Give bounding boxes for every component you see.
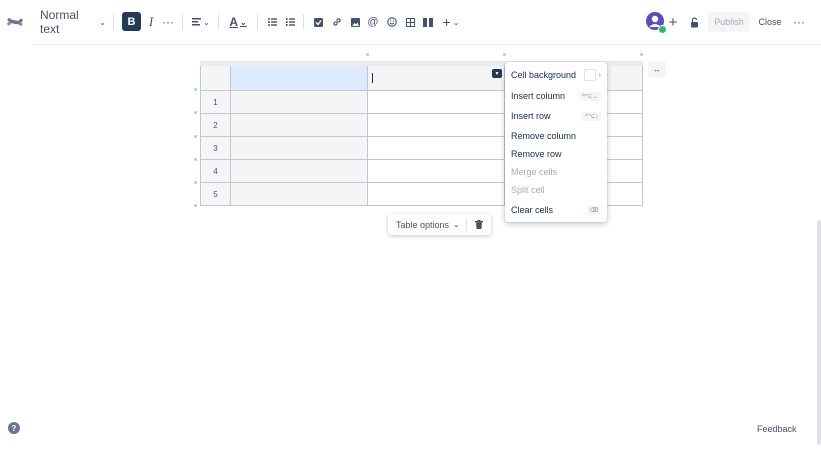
table-cell[interactable] — [230, 182, 368, 206]
row-control[interactable] — [194, 111, 197, 114]
menu-item-label: Insert row — [511, 111, 551, 121]
plus-icon: + — [442, 14, 451, 30]
row-number[interactable]: 4 — [200, 159, 231, 183]
menu-item-split-cell: Split cell — [511, 183, 601, 197]
text-style-label: Normal text — [40, 8, 79, 36]
column-control[interactable] — [640, 53, 643, 56]
text-cursor — [372, 73, 373, 83]
bullet-list-icon[interactable] — [265, 12, 279, 32]
menu-item-label: Remove row — [511, 149, 562, 159]
cell-context-menu: Cell background › Insert column ^⌥→ Inse… — [505, 62, 607, 222]
table-cell[interactable] — [367, 159, 505, 183]
shortcut-hint: ^⌥→ — [579, 91, 601, 101]
chevron-down-icon: ⌄ — [239, 17, 247, 27]
menu-item-label: Remove column — [511, 131, 577, 141]
divider — [113, 14, 114, 30]
table-cell[interactable] — [230, 113, 368, 137]
layout-icon[interactable] — [421, 12, 435, 32]
close-button[interactable]: Close — [756, 12, 784, 32]
table-cell[interactable] — [367, 182, 505, 206]
mention-icon[interactable]: @ — [366, 12, 380, 32]
image-icon[interactable] — [348, 12, 362, 32]
menu-item-cell-background[interactable]: Cell background › — [511, 68, 601, 82]
row-number[interactable]: 5 — [200, 182, 231, 206]
lock-icon[interactable] — [688, 12, 702, 32]
insert-dropdown[interactable]: + ⌄ — [440, 12, 462, 32]
divider — [218, 14, 219, 30]
table-cell[interactable] — [367, 113, 505, 137]
menu-item-label: Cell background — [511, 70, 577, 80]
text-color-label: A — [229, 15, 238, 29]
menu-item-merge-cells: Merge cells — [511, 165, 601, 179]
chevron-down-icon: ⌄ — [452, 17, 460, 27]
align-icon — [192, 18, 202, 26]
table-options-dropdown[interactable]: Table options ⌄ — [388, 220, 466, 230]
color-swatch — [583, 69, 596, 81]
table-cell[interactable] — [230, 136, 368, 160]
chevron-right-icon: › — [598, 71, 601, 79]
row-number[interactable]: 2 — [200, 113, 231, 137]
shortcut-hint: ⌫ — [586, 205, 601, 215]
row-control[interactable] — [194, 204, 197, 207]
menu-item-insert-row[interactable]: Insert row ^⌥↓ — [511, 109, 601, 123]
cell-background-controls: › — [583, 69, 601, 81]
cell-options-button[interactable]: ▾ — [492, 69, 502, 78]
task-icon[interactable] — [311, 12, 325, 32]
bold-button[interactable]: B — [122, 12, 141, 31]
table-cell[interactable] — [367, 136, 505, 160]
table-floating-toolbar: Table options ⌄ — [388, 214, 491, 235]
chevron-down-icon: ⌄ — [99, 17, 106, 27]
table-options-label: Table options — [396, 219, 450, 230]
publish-button[interactable]: Publish — [708, 12, 750, 32]
row-control[interactable] — [194, 88, 197, 91]
more-actions-button[interactable]: ··· — [792, 12, 806, 32]
align-button[interactable]: ⌄ — [190, 12, 212, 32]
confluence-logo-icon[interactable] — [6, 12, 24, 32]
shortcut-hint: ^⌥↓ — [582, 111, 601, 121]
row-control[interactable] — [194, 135, 197, 138]
menu-item-remove-column[interactable]: Remove column — [511, 129, 601, 143]
row-number[interactable]: 3 — [200, 136, 231, 160]
scrollbar[interactable] — [817, 220, 821, 445]
trash-icon[interactable] — [467, 220, 491, 229]
row-control[interactable] — [194, 158, 197, 161]
menu-item-remove-row[interactable]: Remove row — [511, 147, 601, 161]
italic-button[interactable]: I — [145, 12, 157, 32]
table-cell[interactable] — [230, 159, 368, 183]
table-icon[interactable] — [403, 12, 417, 32]
menu-item-label: Split cell — [511, 185, 545, 195]
text-color-button[interactable]: A ⌄ — [226, 12, 250, 32]
numbered-list-icon[interactable] — [283, 12, 297, 32]
help-icon[interactable]: ? — [8, 422, 20, 434]
more-formatting-button[interactable]: ··· — [160, 12, 176, 32]
text-style-dropdown[interactable]: Normal text ⌄ — [40, 8, 106, 36]
row-number[interactable]: 1 — [200, 90, 231, 114]
expand-icon[interactable]: ↔ — [648, 61, 666, 78]
menu-item-insert-column[interactable]: Insert column ^⌥→ — [511, 89, 601, 103]
menu-item-label: Merge cells — [511, 167, 558, 177]
chevron-down-icon: ⌄ — [203, 17, 210, 27]
row-control[interactable] — [194, 181, 197, 184]
add-collaborator-button[interactable]: + — [667, 12, 679, 32]
emoji-icon[interactable] — [385, 12, 399, 32]
table-cell[interactable] — [367, 90, 505, 114]
feedback-link[interactable]: Feedback — [757, 424, 797, 434]
divider — [257, 14, 258, 30]
chevron-down-icon: ▾ — [495, 71, 499, 77]
menu-item-clear-cells[interactable]: Clear cells ⌫ — [511, 203, 601, 217]
column-control[interactable] — [366, 53, 369, 56]
table-cell[interactable] — [230, 90, 368, 114]
link-icon[interactable] — [330, 12, 344, 32]
status-badge — [658, 25, 667, 34]
column-control[interactable] — [503, 53, 506, 56]
menu-item-label: Clear cells — [511, 205, 554, 215]
header-divider — [32, 44, 821, 45]
editor-toolbar: Normal text ⌄ B I ··· ⌄ A ⌄ @ + ⌄ + Publ… — [0, 0, 821, 44]
menu-item-label: Insert column — [511, 91, 566, 101]
chevron-down-icon: ⌄ — [453, 220, 460, 229]
divider — [303, 14, 304, 30]
divider — [182, 14, 183, 30]
